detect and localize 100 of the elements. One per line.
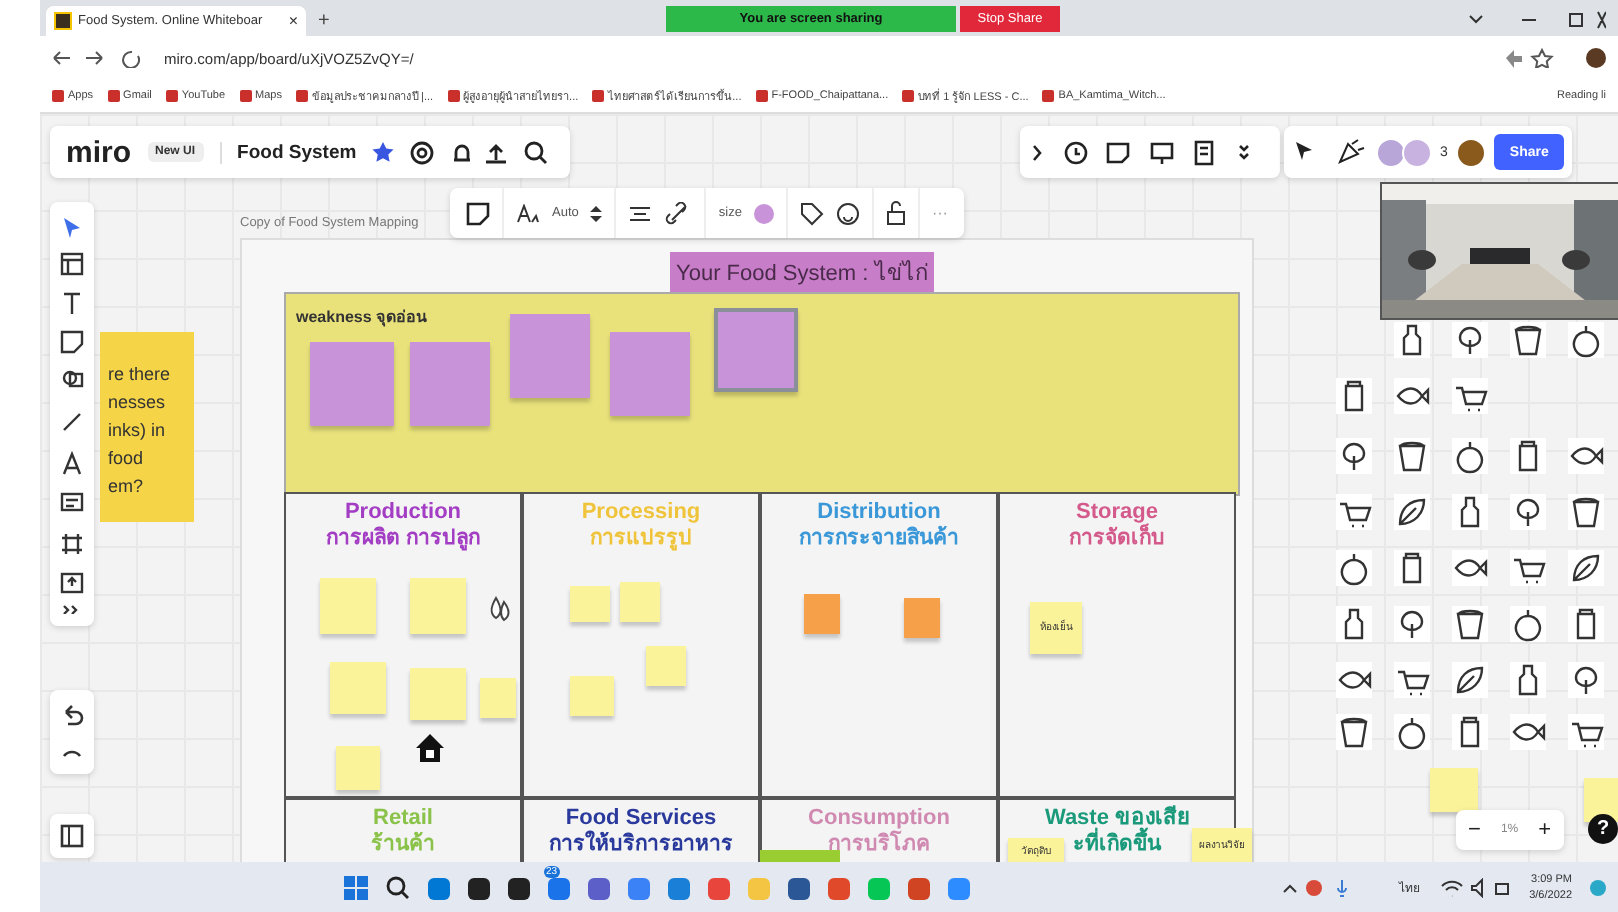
section-subtitle: การจัดเก็บ	[1069, 524, 1165, 552]
app-tile-icon[interactable]	[748, 877, 771, 899]
weakness-label: weakness จุดอ่อน	[296, 306, 427, 330]
leaf-icon	[1394, 494, 1430, 530]
note-text: re there	[108, 362, 173, 388]
app-tile-icon[interactable]	[468, 877, 491, 899]
color-swatch[interactable]	[753, 203, 774, 223]
water-drops-icon	[486, 594, 514, 626]
app-tile-icon[interactable]	[788, 877, 811, 899]
fish-icon	[1336, 662, 1372, 698]
new-tab-button[interactable]: +	[318, 10, 330, 32]
cart-icon	[1452, 378, 1488, 414]
fish-icon	[1568, 438, 1604, 474]
zoom-in-button[interactable]: +	[1538, 818, 1552, 842]
board-name[interactable]: Food System	[219, 141, 357, 163]
creation-toolbar-icon[interactable]	[60, 214, 84, 614]
sticky-note[interactable]: re there nesses inks) in food em?	[100, 332, 194, 522]
section-title: Consumption	[808, 806, 950, 830]
reactions-icon[interactable]	[1292, 138, 1368, 166]
section-subtitle: การบริโภค	[828, 830, 930, 858]
app-tile-icon[interactable]	[668, 877, 691, 899]
align-link-icon[interactable]	[628, 201, 693, 225]
bottle-icon	[1510, 662, 1546, 698]
tree-icon	[1336, 438, 1372, 474]
close-icon[interactable]: ×	[288, 12, 298, 30]
fruit-icon	[1568, 322, 1604, 358]
app-tile-icon[interactable]	[548, 877, 571, 899]
section-title: Food Services	[565, 806, 717, 830]
app-tile-icon[interactable]	[908, 877, 931, 899]
section-title: Retail	[373, 806, 433, 830]
app-tile-icon[interactable]	[868, 877, 891, 899]
section-subtitle: การกระจายสินค้า	[799, 524, 959, 552]
bucket-icon	[1336, 714, 1372, 750]
miro-favicon-icon	[54, 12, 72, 30]
tag-emoji-icon[interactable]	[799, 201, 860, 225]
cart-icon	[1568, 714, 1604, 750]
help-button[interactable]: ?	[1588, 814, 1618, 844]
section-subtitle: การผลิต การปลูก	[326, 524, 480, 552]
section-title: Storage	[1076, 500, 1158, 524]
bucket-icon	[1452, 606, 1488, 642]
panel-icon[interactable]	[60, 824, 84, 848]
window-controls-icon[interactable]	[1466, 8, 1606, 32]
fish-icon	[1452, 550, 1488, 586]
profile-avatar[interactable]	[1586, 48, 1606, 68]
zoom-out-button[interactable]: −	[1468, 818, 1481, 842]
bucket-icon	[1510, 322, 1546, 358]
tree-icon	[1510, 494, 1546, 530]
leaf-icon	[1568, 550, 1604, 586]
app-tile-icon[interactable]	[628, 877, 651, 899]
section-title: Waste ของเสีย	[1044, 806, 1190, 830]
cart-icon	[1336, 494, 1372, 530]
note-text: em?	[108, 474, 146, 500]
miro-logo[interactable]: miro	[66, 135, 132, 169]
app-tile-icon[interactable]	[588, 877, 611, 899]
section-subtitle: ร้านค้า	[371, 830, 435, 858]
section-subtitle: ะที่เกิดขึ้น	[1073, 830, 1161, 858]
leaf-icon	[1452, 662, 1488, 698]
bottle-icon	[1394, 322, 1430, 358]
windows-start-icon[interactable]	[344, 876, 369, 900]
section-title: Processing	[581, 500, 701, 524]
fruit-icon	[1510, 606, 1546, 642]
bottle-icon	[1336, 606, 1372, 642]
app-tile-icon[interactable]	[508, 877, 531, 899]
jar-icon	[1452, 714, 1488, 750]
font-size-icon[interactable]	[516, 203, 540, 223]
section-subtitle: การให้บริการอาหาร	[549, 830, 733, 858]
bucket-icon	[1394, 438, 1430, 474]
note-text: nesses	[108, 390, 168, 416]
fish-icon	[1510, 714, 1546, 750]
lock-icon[interactable]	[885, 200, 906, 226]
bucket-icon	[1568, 494, 1604, 530]
network-volume-icon[interactable]	[1439, 878, 1512, 898]
notification-icon[interactable]	[1590, 880, 1607, 896]
app-tile-icon[interactable]	[708, 877, 731, 899]
jar-icon	[1510, 438, 1546, 474]
section-title: Distribution	[817, 500, 941, 524]
fruit-icon	[1336, 550, 1372, 586]
jar-icon	[1394, 550, 1430, 586]
board-title: Your Food System : ไข่ไก่	[670, 252, 935, 292]
star-icon[interactable]	[372, 141, 395, 163]
sticky-note[interactable]	[1584, 778, 1618, 822]
app-tile-icon[interactable]	[948, 877, 971, 899]
stepper-icon[interactable]	[590, 203, 603, 223]
search-icon[interactable]	[386, 876, 411, 900]
highlight-bar	[760, 850, 840, 862]
fish-icon	[1394, 378, 1430, 414]
tree-icon	[1452, 322, 1488, 358]
app-tile-icon[interactable]	[428, 877, 451, 899]
tree-icon	[1568, 662, 1604, 698]
jar-icon	[1568, 606, 1604, 642]
cart-icon	[1510, 550, 1546, 586]
note-text: inks) in	[108, 418, 168, 444]
section-subtitle: การแปรรูป	[590, 524, 692, 552]
tree-icon	[1394, 606, 1430, 642]
sticky-note-icon[interactable]	[466, 201, 490, 225]
fruit-icon	[1394, 714, 1430, 750]
app-tile-icon[interactable]	[828, 877, 851, 899]
avatar[interactable]	[1455, 137, 1486, 167]
house-icon	[414, 732, 446, 764]
cart-icon	[1394, 662, 1430, 698]
